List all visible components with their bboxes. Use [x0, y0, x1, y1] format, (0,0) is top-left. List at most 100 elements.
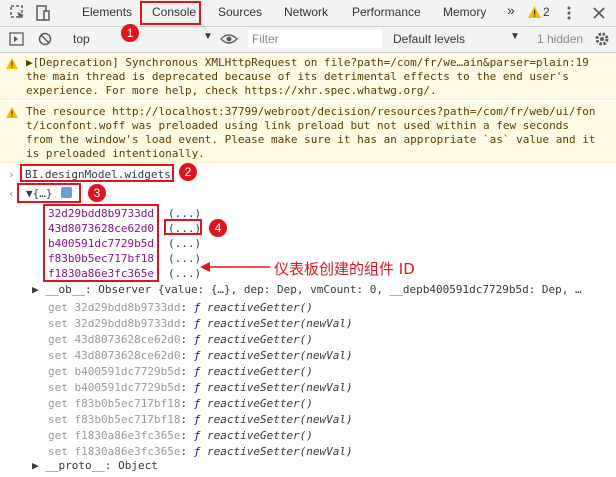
accessor-kind: set — [48, 445, 68, 458]
function-glyph: ƒ — [193, 397, 207, 410]
function-glyph: ƒ — [193, 317, 207, 330]
accessor-row[interactable]: get 43d8073628ce62d0: ƒ reactiveGetter() — [48, 333, 313, 346]
function-glyph: ƒ — [193, 301, 207, 314]
log-levels-select[interactable]: Default levels — [393, 32, 465, 46]
accessor-row[interactable]: set 32d29bdd8b9733dd: ƒ reactiveSetter(n… — [48, 317, 353, 330]
widget-id-key: b400591dc7729b5d — [48, 237, 154, 250]
input-prompt-icon: › — [8, 168, 15, 181]
accessor-row[interactable]: get f83b0b5ec717bf18: ƒ reactiveGetter() — [48, 397, 313, 410]
tab-network[interactable]: Network — [284, 5, 328, 19]
eye-icon[interactable] — [220, 33, 238, 45]
accessor-separator: : — [180, 397, 194, 410]
accessor-id: f83b0b5ec717bf18 — [74, 397, 181, 410]
step-badge-2: 2 — [179, 163, 197, 181]
accessor-function: reactiveGetter() — [206, 333, 313, 346]
accessor-function: reactiveGetter() — [206, 429, 313, 442]
lazy-value[interactable]: (...) — [168, 237, 201, 250]
warning-line: the main thread is deprecated because of… — [26, 70, 570, 83]
accessor-separator: : — [180, 381, 194, 394]
accessor-separator: : — [180, 429, 194, 442]
accessor-id: 43d8073628ce62d0 — [74, 349, 181, 362]
accessor-function: reactiveSetter(newVal) — [206, 317, 353, 330]
lazy-value[interactable]: (...) — [168, 252, 201, 265]
warning-count[interactable]: 2 — [543, 5, 550, 19]
warning-line[interactable]: ▶[Deprecation] Synchronous XMLHttpReques… — [26, 56, 589, 69]
accessor-function: reactiveGetter() — [206, 397, 313, 410]
function-glyph: ƒ — [193, 445, 207, 458]
accessor-separator: : — [180, 445, 194, 458]
accessor-kind: set — [48, 349, 68, 362]
accessor-function: reactiveGetter() — [206, 365, 313, 378]
function-glyph: ƒ — [193, 413, 207, 426]
accessor-function: reactiveSetter(newVal) — [206, 349, 353, 362]
filter-input[interactable]: Filter — [248, 30, 382, 48]
menu-dots-icon[interactable] — [566, 5, 572, 21]
widget-id-key: f83b0b5ec717bf18 — [48, 252, 154, 265]
accessor-row[interactable]: get f1830a86e3fc365e: ƒ reactiveGetter() — [48, 429, 313, 442]
sidebar-toggle-icon[interactable] — [9, 32, 24, 46]
warning-line[interactable]: The resource http://localhost:37799/webr… — [26, 105, 596, 118]
accessor-id: b400591dc7729b5d — [74, 365, 181, 378]
device-toolbar-icon[interactable] — [35, 5, 51, 21]
warning-triangle-icon — [6, 58, 18, 69]
levels-chevron-icon[interactable]: ▼ — [510, 31, 520, 42]
tab-elements[interactable]: Elements — [82, 5, 132, 19]
accessor-function: reactiveSetter(newVal) — [206, 445, 353, 458]
accessor-kind: set — [48, 381, 68, 394]
more-tabs-button[interactable]: » — [507, 2, 515, 18]
object-highlight — [17, 183, 81, 203]
command-highlight — [20, 164, 174, 182]
accessor-function: reactiveSetter(newVal) — [206, 413, 353, 426]
output-prompt-icon: ‹ — [8, 187, 15, 200]
accessor-function: reactiveGetter() — [206, 301, 313, 314]
accessor-separator: : — [180, 333, 194, 346]
accessor-kind: set — [48, 317, 68, 330]
tab-sources[interactable]: Sources — [218, 5, 262, 19]
accessor-function: reactiveSetter(newVal) — [206, 381, 353, 394]
annotation-text: 仪表板创建的组件 ID — [274, 260, 415, 278]
devtools-tabbar: Elements Console Sources Network Perform… — [0, 0, 616, 27]
clear-console-icon[interactable] — [38, 32, 52, 46]
warning-line: experience. For more help, check https:/… — [26, 84, 437, 97]
warning-line: is preloaded intentionally. — [26, 147, 205, 160]
lazy-value-highlight — [164, 219, 202, 235]
accessor-separator: : — [180, 349, 194, 362]
warning-icon[interactable] — [528, 6, 541, 18]
context-select[interactable]: top — [73, 32, 90, 46]
step-badge-3: 3 — [88, 184, 106, 202]
observer-line[interactable]: ▶ __ob__: Observer {value: {…}, dep: Dep… — [32, 283, 582, 296]
function-glyph: ƒ — [193, 381, 207, 394]
accessor-separator: : — [180, 413, 194, 426]
gear-icon[interactable] — [594, 31, 610, 47]
accessor-row[interactable]: set 43d8073628ce62d0: ƒ reactiveSetter(n… — [48, 349, 353, 362]
tab-performance[interactable]: Performance — [352, 5, 421, 19]
accessor-id: 32d29bdd8b9733dd — [74, 317, 181, 330]
console-toolbar: top ▼ Filter Default levels ▼ 1 hidden — [0, 27, 616, 53]
accessor-id: f1830a86e3fc365e — [74, 445, 181, 458]
accessor-row[interactable]: set f1830a86e3fc365e: ƒ reactiveSetter(n… — [48, 445, 353, 458]
accessor-row[interactable]: set f83b0b5ec717bf18: ƒ reactiveSetter(n… — [48, 413, 353, 426]
deprecation-warning: ▶[Deprecation] Synchronous XMLHttpReques… — [0, 53, 616, 100]
warning-line: from the window's load event. Please mak… — [26, 133, 596, 146]
inspect-element-icon[interactable] — [10, 5, 26, 21]
function-glyph: ƒ — [193, 349, 207, 362]
accessor-row[interactable]: set b400591dc7729b5d: ƒ reactiveSetter(n… — [48, 381, 353, 394]
accessor-separator: : — [180, 365, 194, 378]
accessor-id: f1830a86e3fc365e — [74, 429, 181, 442]
accessor-id: 43d8073628ce62d0 — [74, 333, 181, 346]
close-icon[interactable] — [592, 5, 606, 21]
chevron-down-icon[interactable]: ▼ — [203, 31, 213, 42]
accessor-separator: : — [180, 301, 194, 314]
annotation-arrow — [200, 262, 270, 272]
accessor-row[interactable]: get b400591dc7729b5d: ƒ reactiveGetter() — [48, 365, 313, 378]
widget-id-key: f1830a86e3fc365e — [48, 267, 154, 280]
proto-line[interactable]: ▶ __proto__: Object — [32, 459, 158, 472]
accessor-kind: get — [48, 333, 68, 346]
function-glyph: ƒ — [193, 333, 207, 346]
step-badge-4: 4 — [209, 219, 227, 237]
accessor-row[interactable]: get 32d29bdd8b9733dd: ƒ reactiveGetter() — [48, 301, 313, 314]
tab-memory[interactable]: Memory — [443, 5, 486, 19]
accessor-kind: get — [48, 429, 68, 442]
lazy-value[interactable]: (...) — [168, 267, 201, 280]
preload-warning: The resource http://localhost:37799/webr… — [0, 102, 616, 163]
